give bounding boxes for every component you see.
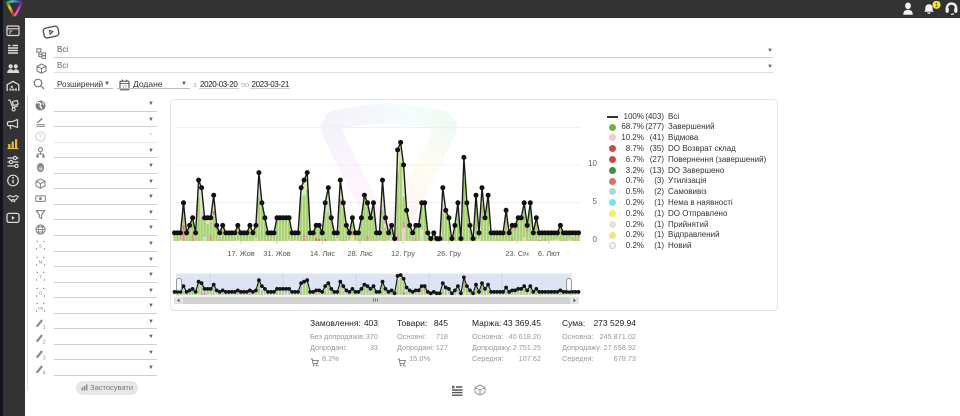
svg-text:x: x: [405, 363, 406, 367]
svg-text:x: x: [318, 363, 319, 367]
